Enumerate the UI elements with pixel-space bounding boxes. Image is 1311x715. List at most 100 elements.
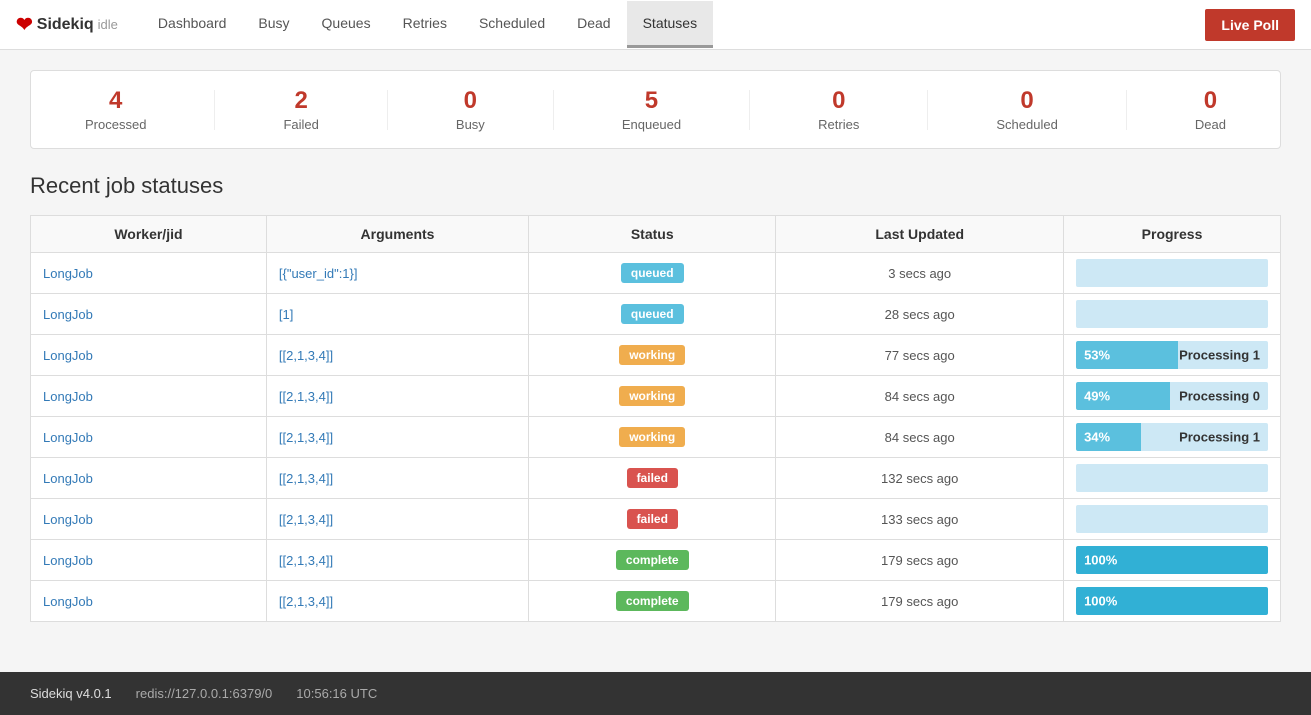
progress-text-right: Processing 1 [1179,348,1260,363]
cell-status: queued [529,253,776,294]
th-status: Status [529,216,776,253]
cell-last-updated: 179 secs ago [776,581,1064,622]
progress-bar-container [1076,259,1268,287]
cell-arguments: [[2,1,3,4]] [266,581,528,622]
footer-time: 10:56:16 UTC [296,686,377,701]
stat-label: Processed [85,117,146,132]
stats-bar: 4 Processed 2 Failed 0 Busy 5 Enqueued 0… [30,70,1281,149]
stat-number: 5 [622,87,681,115]
footer: Sidekiq v4.0.1 redis://127.0.0.1:6379/0 … [0,672,1311,715]
brand-link[interactable]: ❤ Sidekiq idle [16,12,118,37]
table-row: LongJob[[2,1,3,4]] complete 179 secs ago 10… [31,581,1281,622]
progress-text-right: Processing 1 [1179,430,1260,445]
cell-worker: LongJob [31,458,267,499]
table-row: LongJob[[2,1,3,4]]working77 secs ago53%P… [31,335,1281,376]
cell-worker: LongJob [31,499,267,540]
table-row: LongJob[1]queued28 secs ago [31,294,1281,335]
stat-item-enqueued: 5 Enqueued [622,87,681,132]
stat-item-processed: 4 Processed [85,87,146,132]
table-header-row: Worker/jidArgumentsStatusLast UpdatedPro… [31,216,1281,253]
cell-arguments: [[2,1,3,4]] [266,540,528,581]
cell-worker: LongJob [31,253,267,294]
stat-number: 0 [818,87,859,115]
nav-link-retries[interactable]: Retries [387,1,463,48]
stat-number: 4 [85,87,146,115]
th-progress: Progress [1064,216,1281,253]
stat-item-retries: 0 Retries [818,87,859,132]
cell-arguments: [{"user_id":1}] [266,253,528,294]
cell-last-updated: 84 secs ago [776,376,1064,417]
main-content: 4 Processed 2 Failed 0 Busy 5 Enqueued 0… [0,50,1311,642]
cell-progress [1064,253,1281,294]
nav-link-dashboard[interactable]: Dashboard [142,1,243,48]
cell-last-updated: 28 secs ago [776,294,1064,335]
nav-link-busy[interactable]: Busy [242,1,305,48]
status-badge: working [619,427,685,447]
stat-number: 0 [996,87,1057,115]
status-badge: failed [627,509,678,529]
progress-bar-container: 100% [1076,546,1268,574]
cell-status: failed [529,499,776,540]
cell-worker: LongJob [31,417,267,458]
cell-worker: LongJob [31,376,267,417]
cell-arguments: [[2,1,3,4]] [266,376,528,417]
cell-arguments: [[2,1,3,4]] [266,458,528,499]
cell-status: working [529,417,776,458]
job-table: Worker/jidArgumentsStatusLast UpdatedPro… [30,215,1281,622]
stat-label: Scheduled [996,117,1057,132]
cell-arguments: [[2,1,3,4]] [266,417,528,458]
cell-progress: 100% [1064,540,1281,581]
cell-worker: LongJob [31,581,267,622]
cell-last-updated: 133 secs ago [776,499,1064,540]
status-badge: complete [616,550,689,570]
progress-percent-label: 100% [1084,553,1117,568]
footer-version: Sidekiq v4.0.1 [30,686,112,701]
th-worker-jid: Worker/jid [31,216,267,253]
status-badge: complete [616,591,689,611]
cell-progress [1064,294,1281,335]
stat-number: 0 [1195,87,1226,115]
progress-bar-container [1076,464,1268,492]
cell-arguments: [[2,1,3,4]] [266,499,528,540]
brand-status: idle [98,17,118,32]
cell-progress [1064,458,1281,499]
live-poll-button[interactable]: Live Poll [1205,9,1295,41]
progress-percent-label: 49% [1084,389,1110,404]
table-row: LongJob[{"user_id":1}]queued3 secs ago [31,253,1281,294]
nav-link-dead[interactable]: Dead [561,1,626,48]
progress-percent-label: 100% [1084,594,1117,609]
cell-worker: LongJob [31,294,267,335]
table-row: LongJob[[2,1,3,4]]failed132 secs ago [31,458,1281,499]
cell-last-updated: 3 secs ago [776,253,1064,294]
stat-item-busy: 0 Busy [456,87,485,132]
cell-status: queued [529,294,776,335]
table-row: LongJob[[2,1,3,4]] working 84 secs ago34%P… [31,417,1281,458]
cell-last-updated: 77 secs ago [776,335,1064,376]
cell-status: complete [529,540,776,581]
stat-divider [214,90,215,130]
brand-name: Sidekiq [37,16,94,34]
cell-progress [1064,499,1281,540]
stat-divider [1126,90,1127,130]
stat-label: Retries [818,117,859,132]
cell-progress: 100% [1064,581,1281,622]
progress-bar-container: 53% Processing 1 [1076,341,1268,369]
stat-divider [387,90,388,130]
nav-link-scheduled[interactable]: Scheduled [463,1,561,48]
navbar: ❤ Sidekiq idle DashboardBusyQueuesRetrie… [0,0,1311,50]
stat-number: 0 [456,87,485,115]
cell-progress: 53% Processing 1 [1064,335,1281,376]
cell-worker: LongJob [31,540,267,581]
progress-text-right: Processing 0 [1179,389,1260,404]
cell-progress: 34%Processing 1 [1064,417,1281,458]
nav-link-queues[interactable]: Queues [306,1,387,48]
cell-arguments: [[2,1,3,4]] [266,335,528,376]
cell-last-updated: 84 secs ago [776,417,1064,458]
progress-bar-container [1076,300,1268,328]
cell-status: working [529,335,776,376]
cell-status: complete [529,581,776,622]
progress-percent-label: 53% [1084,348,1110,363]
stat-item-dead: 0 Dead [1195,87,1226,132]
nav-link-statuses[interactable]: Statuses [627,1,713,48]
stat-item-scheduled: 0 Scheduled [996,87,1057,132]
